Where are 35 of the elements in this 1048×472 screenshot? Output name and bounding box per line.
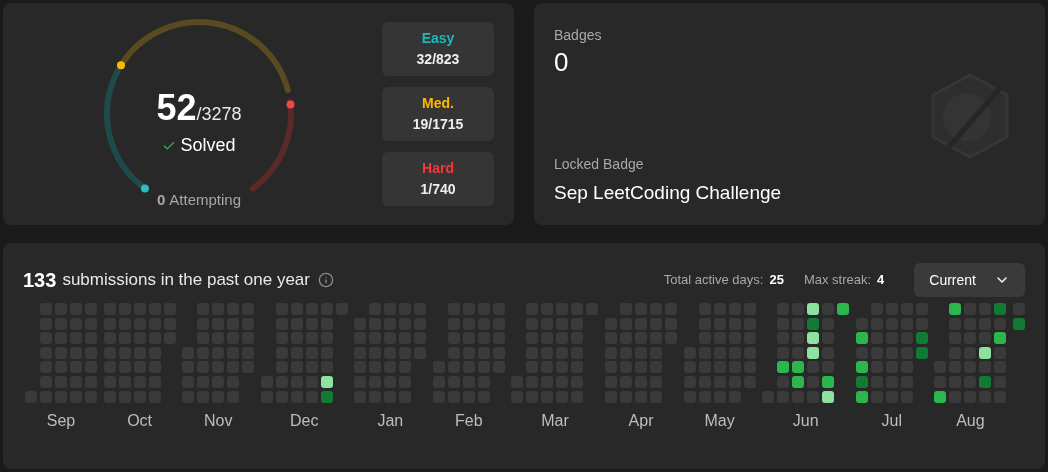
locked-badge-name: Sep LeetCoding Challenge [554,180,783,205]
solved-label: Solved [180,134,236,157]
submission-count: 133 [23,268,57,293]
max-streak-label: Max streak: [803,271,872,290]
month-label: Apr [628,410,654,431]
month-label: Jul [881,410,902,431]
year-dropdown[interactable]: Current [914,263,1025,297]
month-label: Nov [203,410,233,431]
month-label: Mar [541,410,569,431]
difficulty-label: Med. [422,94,454,113]
difficulty-count: 32/823 [416,50,460,69]
badges-count: 0 [554,46,570,79]
max-streak-value: 4 [877,271,885,290]
submission-text: submissions in the past one year [62,269,310,292]
active-days-label: Total active days: [663,271,764,290]
total-count: /3278 [196,104,242,126]
month-label: Feb [455,410,483,431]
month-label: Jun [792,410,819,431]
solved-count: 52 [156,90,197,126]
difficulty-label: Easy [421,29,455,48]
active-days-value: 25 [769,271,784,290]
month-label: Sep [46,410,76,431]
difficulty-label: Hard [422,159,454,178]
locked-badge-label: Locked Badge [554,154,645,174]
difficulty-count: 1/740 [420,180,456,199]
attempting-label: Attempting [169,190,242,210]
attempting-count: 0 [156,190,166,210]
month-label: May [704,410,735,431]
month-label: Dec [290,410,319,431]
difficulty-count: 19/1715 [412,115,464,134]
month-label: Oct [127,410,152,431]
badges-title: Badges [554,26,603,45]
month-label: Aug [956,410,985,431]
info-icon[interactable] [317,272,334,288]
month-label: Jan [377,410,404,431]
